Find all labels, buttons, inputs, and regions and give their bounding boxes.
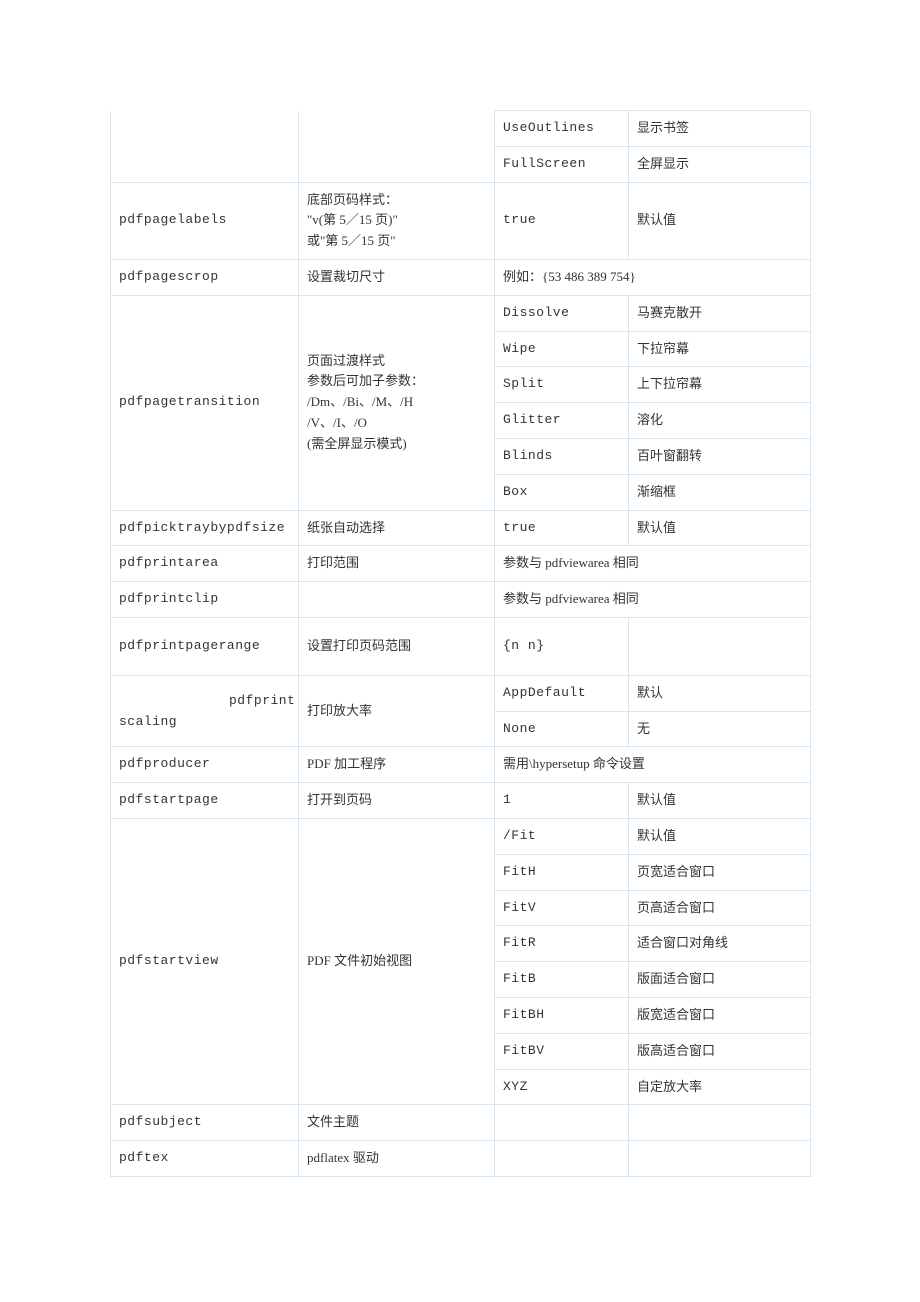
cell-desc: 版高适合窗口 — [629, 1033, 811, 1069]
cell-desc: 适合窗口对角线 — [629, 926, 811, 962]
cell-value: AppDefault — [495, 675, 629, 711]
table-row: pdfpagescrop 设置裁切尺寸 例如：{53 486 389 754} — [111, 259, 811, 295]
table-row: pdfpicktraybypdfsize 纸张自动选择 true 默认值 — [111, 510, 811, 546]
cell-desc: 打印范围 — [299, 546, 495, 582]
cell-value — [495, 1105, 629, 1141]
table-row: pdfprintscaling 打印放大率 AppDefault 默认 — [111, 675, 811, 711]
cell-key-text: pdfprintscaling — [119, 691, 296, 733]
options-table: UseOutlines 显示书签 FullScreen 全屏显示 pdfpage… — [110, 110, 811, 1177]
cell-desc: 下拉帘幕 — [629, 331, 811, 367]
cell-desc: 版面适合窗口 — [629, 962, 811, 998]
table-row: pdfprintpagerange 设置打印页码范围 {n n} — [111, 617, 811, 675]
table-row: pdfprintclip 参数与 pdfviewarea 相同 — [111, 582, 811, 618]
table-row: UseOutlines 显示书签 — [111, 111, 811, 147]
cell-desc: 默认 — [629, 675, 811, 711]
cell-desc: 上下拉帘幕 — [629, 367, 811, 403]
cell-desc: 页宽适合窗口 — [629, 854, 811, 890]
cell-desc: 纸张自动选择 — [299, 510, 495, 546]
cell-desc: 页高适合窗口 — [629, 890, 811, 926]
cell-desc: 例如：{53 486 389 754} — [495, 259, 811, 295]
cell-desc: 设置裁切尺寸 — [299, 259, 495, 295]
cell-value: FitR — [495, 926, 629, 962]
table-row: pdfstartview PDF 文件初始视图 /Fit 默认值 — [111, 818, 811, 854]
cell-desc: 默认值 — [629, 818, 811, 854]
cell-desc: 默认值 — [629, 783, 811, 819]
table-row: pdfprintarea 打印范围 参数与 pdfviewarea 相同 — [111, 546, 811, 582]
cell-value: /Fit — [495, 818, 629, 854]
cell-desc: 设置打印页码范围 — [299, 617, 495, 675]
cell-value: Dissolve — [495, 295, 629, 331]
cell-value: FitBV — [495, 1033, 629, 1069]
cell-desc: 默认值 — [629, 510, 811, 546]
cell-desc: 无 — [629, 711, 811, 747]
cell-value: FitH — [495, 854, 629, 890]
cell-desc — [629, 1141, 811, 1177]
cell-desc: 需用\hypersetup 命令设置 — [495, 747, 811, 783]
cell-value: true — [495, 510, 629, 546]
cell-value: None — [495, 711, 629, 747]
cell-desc: 显示书签 — [629, 111, 811, 147]
cell-desc: 底部页码样式： "v(第 5／15 页)" 或"第 5／15 页" — [299, 182, 495, 259]
cell-value: Blinds — [495, 438, 629, 474]
cell-value: Box — [495, 474, 629, 510]
cell-key: pdfpagetransition — [111, 295, 299, 510]
table-row: pdfproducer PDF 加工程序 需用\hypersetup 命令设置 — [111, 747, 811, 783]
cell-value: FullScreen — [495, 146, 629, 182]
cell-key: pdfsubject — [111, 1105, 299, 1141]
cell-value: 1 — [495, 783, 629, 819]
cell-value: Split — [495, 367, 629, 403]
cell-key: pdftex — [111, 1141, 299, 1177]
cell-key: pdfprintpagerange — [111, 617, 299, 675]
cell-desc: 默认值 — [629, 182, 811, 259]
cell-desc — [629, 1105, 811, 1141]
cell-desc: 打开到页码 — [299, 783, 495, 819]
cell-desc: 马赛克散开 — [629, 295, 811, 331]
table-row: pdftex pdflatex 驱动 — [111, 1141, 811, 1177]
cell-desc: 页面过渡样式 参数后可加子参数： /Dm、/Bi、/M、/H /V、/I、/O … — [299, 295, 495, 510]
cell-key: pdfstartpage — [111, 783, 299, 819]
table-row: pdfsubject 文件主题 — [111, 1105, 811, 1141]
cell-value — [495, 1141, 629, 1177]
table-row: pdfpagetransition 页面过渡样式 参数后可加子参数： /Dm、/… — [111, 295, 811, 331]
cell-desc: PDF 加工程序 — [299, 747, 495, 783]
cell-key: pdfpagescrop — [111, 259, 299, 295]
cell-value: true — [495, 182, 629, 259]
cell-desc — [299, 582, 495, 618]
cell-key: pdfpagelabels — [111, 182, 299, 259]
cell-value: UseOutlines — [495, 111, 629, 147]
cell-value: XYZ — [495, 1069, 629, 1105]
cell-desc — [629, 617, 811, 675]
cell-value: FitV — [495, 890, 629, 926]
cell-desc: 渐缩框 — [629, 474, 811, 510]
cell-key: pdfprintscaling — [111, 675, 299, 747]
cell-desc: 百叶窗翻转 — [629, 438, 811, 474]
cell-key: pdfprintarea — [111, 546, 299, 582]
cell-desc: 版宽适合窗口 — [629, 997, 811, 1033]
cell-key: pdfproducer — [111, 747, 299, 783]
cell-value: {n n} — [495, 617, 629, 675]
page: UseOutlines 显示书签 FullScreen 全屏显示 pdfpage… — [0, 0, 920, 1302]
cell-desc: 打印放大率 — [299, 675, 495, 747]
cell-value: FitB — [495, 962, 629, 998]
cell-desc: 自定放大率 — [629, 1069, 811, 1105]
cell-desc: pdflatex 驱动 — [299, 1141, 495, 1177]
cell-value: FitBH — [495, 997, 629, 1033]
cell-desc: 全屏显示 — [629, 146, 811, 182]
cell-desc: 参数与 pdfviewarea 相同 — [495, 582, 811, 618]
cell-key: pdfstartview — [111, 818, 299, 1104]
cell-key: pdfpicktraybypdfsize — [111, 510, 299, 546]
cell-value: Wipe — [495, 331, 629, 367]
cell-desc: 参数与 pdfviewarea 相同 — [495, 546, 811, 582]
cell-key: pdfprintclip — [111, 582, 299, 618]
cell-value: Glitter — [495, 403, 629, 439]
table-row: pdfpagelabels 底部页码样式： "v(第 5／15 页)" 或"第 … — [111, 182, 811, 259]
cell-desc: PDF 文件初始视图 — [299, 818, 495, 1104]
cell-desc: 溶化 — [629, 403, 811, 439]
table-row: pdfstartpage 打开到页码 1 默认值 — [111, 783, 811, 819]
cell-desc: 文件主题 — [299, 1105, 495, 1141]
